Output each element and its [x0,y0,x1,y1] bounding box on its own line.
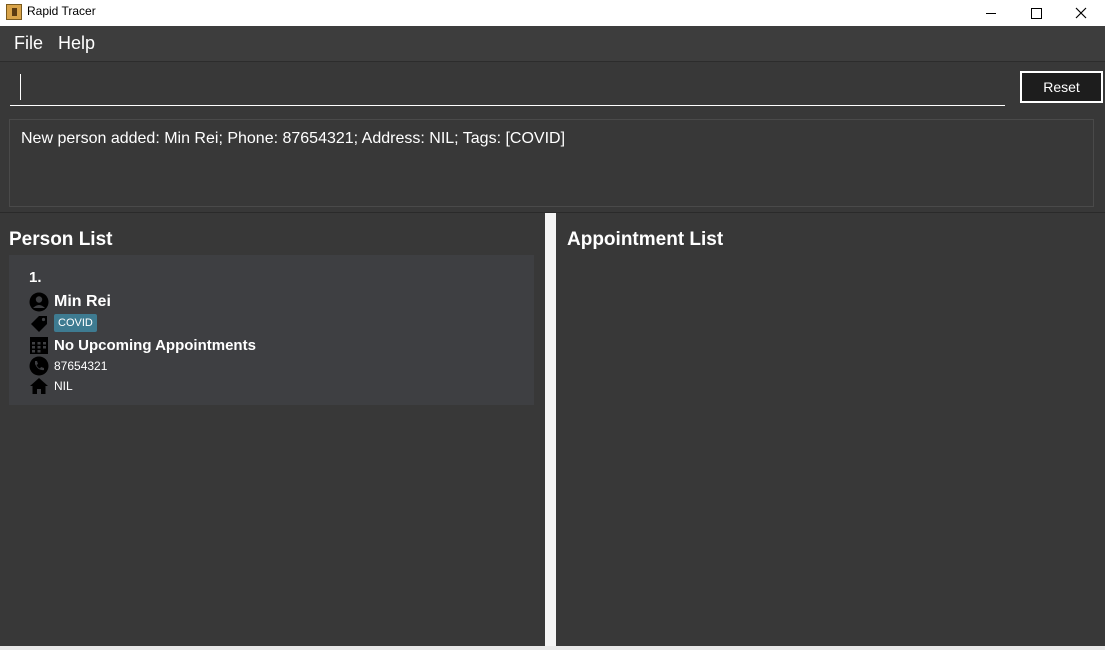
menu-bar: File Help [0,26,1105,62]
upcoming-appointments: No Upcoming Appointments [54,337,256,354]
minimize-icon [986,12,996,14]
status-bar [0,646,1105,650]
result-display: New person added: Min Rei; Phone: 876543… [9,119,1094,207]
menu-file[interactable]: File [14,33,43,54]
close-button[interactable] [1058,0,1104,26]
tag-icon [31,316,47,332]
main-panels: Person List 1. Min Rei COVID No Upcoming… [0,212,1105,650]
maximize-icon [1030,7,1042,19]
window-title: Rapid Tracer [27,4,96,18]
person-address: NIL [54,379,73,393]
home-icon [30,378,48,394]
reset-button[interactable]: Reset [1020,71,1103,103]
tag-badge: COVID [54,314,97,332]
menu-help[interactable]: Help [58,33,95,54]
person-name: Min Rei [54,293,111,310]
maximize-button[interactable] [1013,0,1059,26]
close-icon [1075,7,1087,19]
appointment-list-panel: Appointment List [556,213,1105,649]
appointment-list-title: Appointment List [567,229,724,250]
person-phone: 87654321 [54,359,108,373]
result-message: New person added: Min Rei; Phone: 876543… [21,130,566,147]
person-card[interactable]: 1. Min Rei COVID No Upcoming Appointment… [9,255,534,405]
command-input[interactable] [10,70,1005,106]
result-area: New person added: Min Rei; Phone: 876543… [0,112,1105,214]
minimize-button[interactable] [968,0,1014,26]
phone-icon [29,356,49,376]
calendar-icon [30,337,48,354]
title-bar: Rapid Tracer [0,0,1105,26]
person-list-title: Person List [9,229,113,250]
panel-divider[interactable] [545,213,556,647]
person-index: 1. [29,269,42,286]
command-area: Reset [0,62,1105,112]
app-icon [6,4,22,20]
person-list-panel: Person List 1. Min Rei COVID No Upcoming… [0,213,545,649]
person-icon [29,292,49,312]
text-caret [20,74,21,100]
